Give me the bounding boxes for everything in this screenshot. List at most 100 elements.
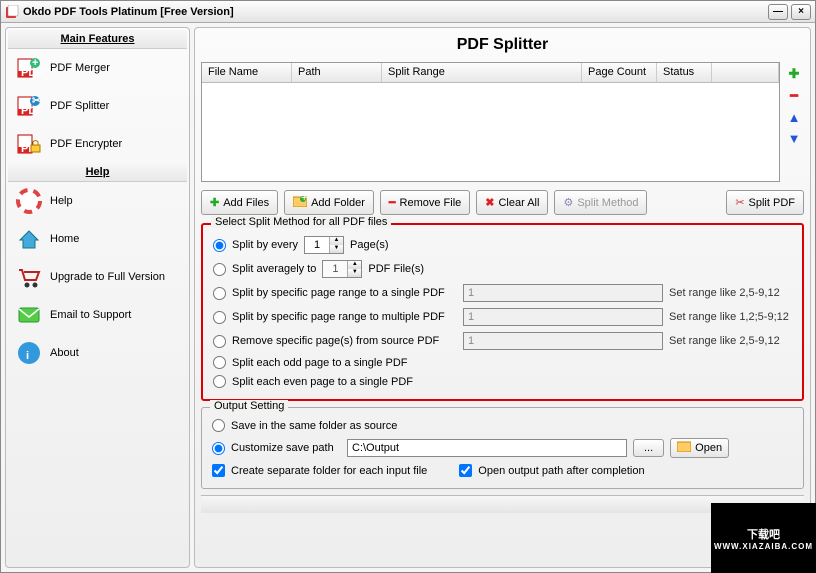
output-legend: Output Setting (210, 400, 288, 412)
sidebar-label: About (50, 347, 79, 359)
option-custom-path: Customize save path ... Open (212, 435, 793, 461)
range-single-input[interactable] (463, 284, 663, 302)
svg-text:✂: ✂ (32, 95, 41, 107)
sidebar-item-help[interactable]: Help (8, 182, 187, 220)
sidebar-label: PDF Encrypter (50, 138, 122, 150)
add-folder-button[interactable]: +Add Folder (284, 190, 374, 215)
sidebar-label: Upgrade to Full Version (50, 271, 165, 283)
help-icon (16, 188, 42, 214)
email-icon (16, 302, 42, 328)
folder-plus-icon: + (293, 195, 307, 210)
merger-icon: PDF+ (16, 55, 42, 81)
cart-icon (16, 264, 42, 290)
sidebar-item-merger[interactable]: PDF+ PDF Merger (8, 49, 187, 87)
spinner-avg[interactable]: ▲▼ (322, 260, 362, 278)
table-header: File Name Path Split Range Page Count St… (202, 63, 779, 83)
sidebar-label: Home (50, 233, 79, 245)
clear-all-button[interactable]: ✖Clear All (476, 190, 548, 215)
col-filename[interactable]: File Name (202, 63, 292, 82)
radio-same-folder[interactable] (212, 419, 225, 432)
split-pdf-button[interactable]: ✂Split PDF (726, 190, 804, 215)
main-panel: PDF Splitter File Name Path Split Range … (194, 27, 811, 568)
spinner-every[interactable]: ▲▼ (304, 236, 344, 254)
radio-remove-pages[interactable] (213, 335, 226, 348)
app-icon (5, 5, 19, 19)
up-arrow-icon[interactable]: ▲ (348, 261, 361, 269)
list-tools: ✚ ━ ▲ ▼ (784, 62, 804, 182)
sidebar-label: PDF Splitter (50, 100, 109, 112)
col-range[interactable]: Split Range (382, 63, 582, 82)
col-path[interactable]: Path (292, 63, 382, 82)
splitter-icon: PDF✂ (16, 93, 42, 119)
minimize-button[interactable]: — (768, 4, 788, 20)
option-split-every: Split by every ▲▼ Page(s) (213, 233, 792, 257)
encrypter-icon: PDF (16, 131, 42, 157)
sidebar-item-about[interactable]: i About (8, 334, 187, 372)
radio-split-avg[interactable] (213, 263, 226, 276)
titlebar: Okdo PDF Tools Platinum [Free Version] —… (1, 1, 815, 23)
app-window: Okdo PDF Tools Platinum [Free Version] —… (0, 0, 816, 573)
sidebar-item-home[interactable]: Home (8, 220, 187, 258)
svg-text:i: i (26, 350, 29, 362)
close-button[interactable]: × (791, 4, 811, 20)
add-icon[interactable]: ✚ (789, 66, 800, 82)
output-fieldset: Output Setting Save in the same folder a… (201, 407, 804, 489)
plus-icon: ✚ (210, 196, 219, 209)
split-method-legend: Select Split Method for all PDF files (211, 216, 391, 228)
open-button[interactable]: Open (670, 438, 729, 458)
sidebar-item-upgrade[interactable]: Upgrade to Full Version (8, 258, 187, 296)
chk-open-after[interactable] (459, 464, 472, 477)
remove-icon[interactable]: ━ (790, 88, 798, 104)
split-method-button[interactable]: ⚙Split Method (554, 190, 647, 215)
radio-odd[interactable] (213, 356, 226, 369)
page-title: PDF Splitter (201, 32, 804, 62)
svg-text:+: + (301, 195, 307, 204)
option-same-folder: Save in the same folder as source (212, 416, 793, 435)
output-checks: Create separate folder for each input fi… (212, 461, 793, 480)
col-pagecount[interactable]: Page Count (582, 63, 657, 82)
sidebar-section-help: Help (8, 163, 187, 182)
radio-range-single[interactable] (213, 287, 226, 300)
down-arrow-icon[interactable]: ▼ (330, 245, 343, 253)
option-even: Split each even page to a single PDF (213, 372, 792, 391)
down-icon[interactable]: ▼ (788, 131, 801, 146)
output-path-input[interactable] (347, 439, 627, 457)
file-table[interactable]: File Name Path Split Range Page Count St… (201, 62, 780, 182)
up-arrow-icon[interactable]: ▲ (330, 237, 343, 245)
radio-split-every[interactable] (213, 239, 226, 252)
sidebar-label: Email to Support (50, 309, 131, 321)
down-arrow-icon[interactable]: ▼ (348, 269, 361, 277)
body: Main Features PDF+ PDF Merger PDF✂ PDF S… (1, 23, 815, 572)
sidebar-item-encrypter[interactable]: PDF PDF Encrypter (8, 125, 187, 163)
watermark: 下载吧 WWW.XIAZAIBA.COM (711, 503, 816, 573)
gear-icon: ⚙ (563, 196, 573, 209)
option-range-multi: Split by specific page range to multiple… (213, 305, 792, 329)
window-title: Okdo PDF Tools Platinum [Free Version] (23, 6, 765, 18)
chk-separate-folder[interactable] (212, 464, 225, 477)
remove-file-button[interactable]: ━Remove File (380, 190, 470, 215)
range-multi-input[interactable] (463, 308, 663, 326)
file-area: File Name Path Split Range Page Count St… (201, 62, 804, 182)
remove-pages-input[interactable] (463, 332, 663, 350)
sidebar: Main Features PDF+ PDF Merger PDF✂ PDF S… (5, 27, 190, 568)
browse-button[interactable]: ... (633, 439, 664, 457)
home-icon (16, 226, 42, 252)
up-icon[interactable]: ▲ (788, 110, 801, 125)
option-odd: Split each odd page to a single PDF (213, 353, 792, 372)
radio-even[interactable] (213, 375, 226, 388)
sidebar-item-email[interactable]: Email to Support (8, 296, 187, 334)
add-files-button[interactable]: ✚Add Files (201, 190, 278, 215)
x-icon: ✖ (485, 196, 494, 209)
minus-icon: ━ (389, 196, 396, 209)
split-method-fieldset: Select Split Method for all PDF files Sp… (201, 223, 804, 401)
sidebar-section-main: Main Features (8, 30, 187, 49)
radio-custom-path[interactable] (212, 442, 225, 455)
sidebar-label: PDF Merger (50, 62, 110, 74)
scissors-icon: ✂ (735, 196, 744, 209)
option-remove-pages: Remove specific page(s) from source PDF … (213, 329, 792, 353)
folder-icon (677, 441, 691, 455)
col-status[interactable]: Status (657, 63, 712, 82)
col-spacer (712, 63, 779, 82)
radio-range-multi[interactable] (213, 311, 226, 324)
sidebar-item-splitter[interactable]: PDF✂ PDF Splitter (8, 87, 187, 125)
